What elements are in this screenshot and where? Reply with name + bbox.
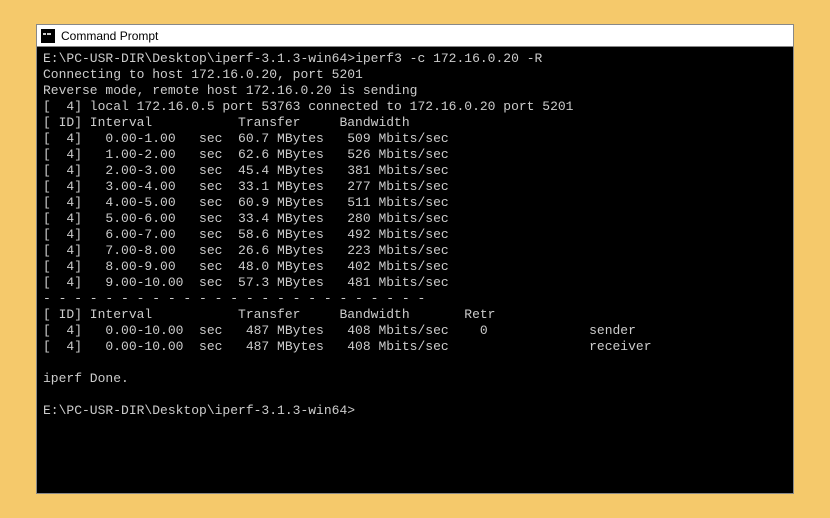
output-done: iperf Done. — [43, 371, 129, 386]
output-summary: [ 4] 0.00-10.00 sec 487 MBytes 408 Mbits… — [43, 339, 652, 354]
command-prompt-window: Command Prompt E:\PC-USR-DIR\Desktop\ipe… — [36, 24, 794, 494]
output-row: [ 4] 4.00-5.00 sec 60.9 MBytes 511 Mbits… — [43, 195, 449, 210]
terminal-icon — [41, 29, 55, 43]
prompt-line: E:\PC-USR-DIR\Desktop\iperf-3.1.3-win64>… — [43, 51, 542, 66]
output-row: [ 4] 2.00-3.00 sec 45.4 MBytes 381 Mbits… — [43, 163, 449, 178]
output-row: [ 4] 6.00-7.00 sec 58.6 MBytes 492 Mbits… — [43, 227, 449, 242]
output-row: [ 4] 8.00-9.00 sec 48.0 MBytes 402 Mbits… — [43, 259, 449, 274]
output-separator: - - - - - - - - - - - - - - - - - - - - … — [43, 291, 425, 306]
prompt-line: E:\PC-USR-DIR\Desktop\iperf-3.1.3-win64> — [43, 403, 355, 418]
output-row: [ 4] 1.00-2.00 sec 62.6 MBytes 526 Mbits… — [43, 147, 449, 162]
output-row: [ 4] 7.00-8.00 sec 26.6 MBytes 223 Mbits… — [43, 243, 449, 258]
output-line: [ 4] local 172.16.0.5 port 53763 connect… — [43, 99, 574, 114]
output-row: [ 4] 3.00-4.00 sec 33.1 MBytes 277 Mbits… — [43, 179, 449, 194]
output-row: [ 4] 9.00-10.00 sec 57.3 MBytes 481 Mbit… — [43, 275, 449, 290]
terminal-output[interactable]: E:\PC-USR-DIR\Desktop\iperf-3.1.3-win64>… — [37, 47, 793, 493]
window-title: Command Prompt — [61, 29, 158, 43]
output-line: Reverse mode, remote host 172.16.0.20 is… — [43, 83, 417, 98]
title-bar[interactable]: Command Prompt — [37, 25, 793, 47]
output-header: [ ID] Interval Transfer Bandwidth — [43, 115, 410, 130]
output-row: [ 4] 5.00-6.00 sec 33.4 MBytes 280 Mbits… — [43, 211, 449, 226]
output-line: Connecting to host 172.16.0.20, port 520… — [43, 67, 363, 82]
output-summary: [ 4] 0.00-10.00 sec 487 MBytes 408 Mbits… — [43, 323, 636, 338]
output-row: [ 4] 0.00-1.00 sec 60.7 MBytes 509 Mbits… — [43, 131, 449, 146]
output-header: [ ID] Interval Transfer Bandwidth Retr — [43, 307, 495, 322]
